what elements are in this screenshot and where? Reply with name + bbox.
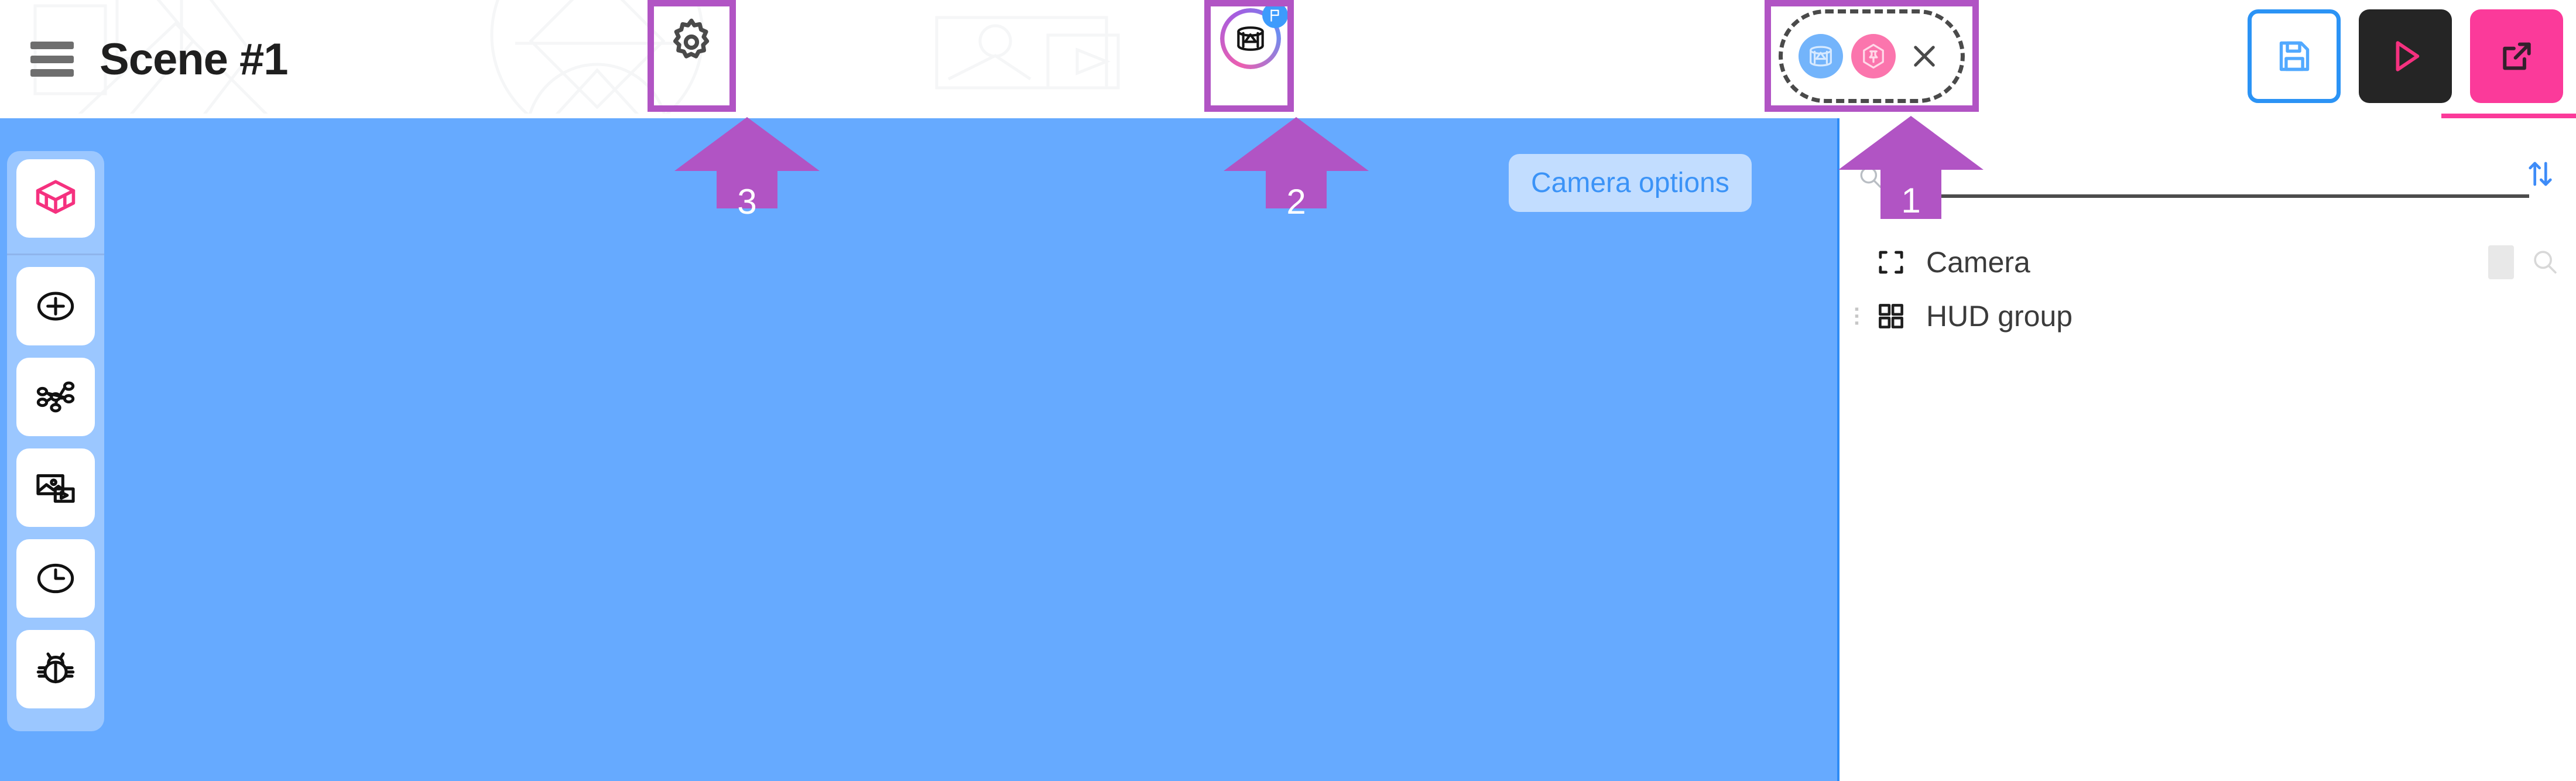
sidebar-item-media[interactable] (16, 448, 95, 527)
scene-tree: Camera HUD group (1839, 235, 2576, 343)
hierarchy-panel: Camera HUD group (1839, 118, 2576, 781)
hamburger-bar (30, 55, 74, 63)
3d-box-icon (36, 180, 76, 214)
tree-item-camera[interactable]: Camera (1839, 235, 2576, 289)
hamburger-bar (30, 69, 74, 77)
search-input[interactable] (1891, 156, 2529, 198)
camera-frame-icon (1870, 241, 1912, 283)
drag-handle[interactable] (1848, 300, 1870, 333)
grid-four-squares-icon (1879, 304, 1903, 328)
search-bar (1850, 152, 2529, 198)
camera-options-button[interactable]: Camera options (1509, 154, 1752, 212)
sidebar-item-debug[interactable] (16, 630, 95, 708)
grid-four-squares-icon (1870, 295, 1912, 337)
hamburger-menu-icon[interactable] (30, 42, 74, 77)
app-header: Scene #1 (0, 0, 2576, 118)
drag-dots-icon (1855, 307, 1859, 325)
visibility-toggle[interactable] (2488, 245, 2514, 279)
tool-rail (7, 151, 104, 731)
clock-icon (37, 563, 74, 594)
tree-item-hud-group[interactable]: HUD group (1839, 289, 2576, 343)
sort-button[interactable] (2517, 151, 2563, 197)
node-graph-icon (36, 381, 75, 413)
search-icon (1850, 157, 1891, 198)
plus-circle-icon (37, 292, 74, 321)
search-icon (1860, 166, 1882, 188)
row-search-icon[interactable] (2527, 244, 2563, 280)
sidebar-item-objects[interactable] (16, 159, 95, 238)
media-image-icon (36, 474, 75, 503)
page-title: Scene #1 (100, 34, 289, 84)
search-icon (2534, 251, 2557, 274)
sidebar-item-timeline[interactable] (16, 539, 95, 618)
camera-frame-icon (1879, 251, 1903, 274)
sidebar-item-nodes[interactable] (16, 358, 95, 436)
bug-icon (36, 652, 75, 684)
sidebar-item-add[interactable] (16, 267, 95, 345)
hamburger-bar (30, 42, 74, 49)
rail-divider (7, 254, 104, 255)
tree-row-controls (2488, 244, 2563, 280)
sort-up-down-icon (2529, 162, 2552, 186)
scene-viewport[interactable] (0, 118, 1837, 781)
drag-handle-placeholder (1848, 246, 1870, 279)
tree-item-label: Camera (1926, 246, 2030, 279)
app-root: Scene #1 Camera options Camera HUD group… (0, 0, 2576, 781)
tree-item-label: HUD group (1926, 300, 2073, 333)
